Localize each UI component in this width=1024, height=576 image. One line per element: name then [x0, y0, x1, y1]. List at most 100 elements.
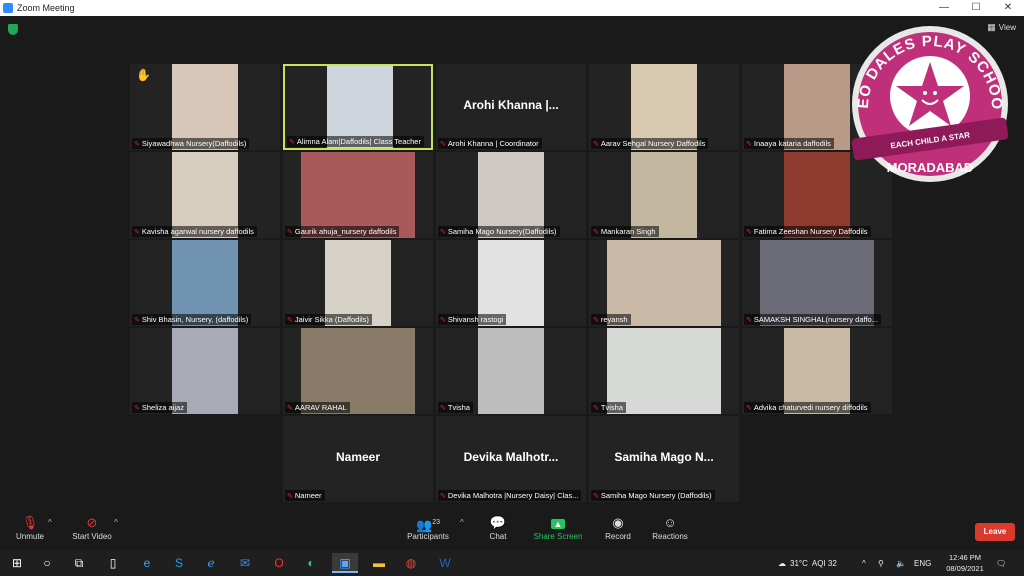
share-screen-label: Share Screen: [533, 532, 583, 541]
participant-tile[interactable]: ✎ Advika chaturvedi nursery diffodils: [742, 328, 892, 414]
participant-tile[interactable]: ✎ Gaurik ahuja_nursery daffodils: [283, 152, 433, 238]
file-icon[interactable]: ▯: [100, 553, 126, 573]
star-eye-left: [923, 91, 927, 95]
participant-name: Shivansh rastogi: [447, 315, 504, 324]
start-video-button[interactable]: ⊘ Start Video: [62, 514, 122, 541]
participant-tile[interactable]: ✎ Alimna Alam|Daffodils| Class Teacher: [283, 64, 433, 150]
skype-icon[interactable]: S: [166, 553, 192, 573]
participant-tile[interactable]: ✎ Mankaran Singh: [589, 152, 739, 238]
edge-icon[interactable]: e: [134, 553, 160, 573]
zoom-icon[interactable]: ▣: [332, 553, 358, 573]
raised-hand-icon: ✋: [136, 68, 151, 82]
reactions-button[interactable]: ☺ Reactions: [640, 514, 700, 541]
participant-tile[interactable]: ✋ ✎ Siyawadhwa Nursery(Daffodils): [130, 64, 280, 150]
maximize-button[interactable]: ☐: [960, 0, 992, 16]
audio-options-caret-icon[interactable]: ^: [48, 518, 52, 527]
chat-label: Chat: [489, 532, 507, 541]
mic-muted-icon: ✎: [287, 228, 293, 236]
participant-tile[interactable]: Nameer ✎ Nameer: [283, 416, 433, 502]
participant-tile[interactable]: ✎ Sheliza aijaz: [130, 328, 280, 414]
windows-icon[interactable]: ⊞: [4, 553, 30, 573]
mic-muted-icon: ✎: [440, 140, 446, 148]
mic-muted-icon: ✎: [287, 404, 293, 412]
opera-icon[interactable]: O: [266, 553, 292, 573]
chrome-icon[interactable]: ◍: [398, 553, 424, 573]
minimize-button[interactable]: —: [928, 0, 960, 16]
windows-taskbar: ⊞ ○ ⧉ ▯ e S ℯ ✉ O ◐ ▣ ▬ ◍ W ☁ 31°C AQI 3…: [0, 550, 1024, 576]
mic-muted-icon: ✎: [746, 316, 752, 324]
system-clock[interactable]: 12:46 PM 08/09/2021: [940, 552, 990, 574]
participant-tile[interactable]: ✎ Samiha Mago Nursery(Daffodils): [436, 152, 586, 238]
participant-tile[interactable]: ✎ Jaivir Sikka (Daffodils): [283, 240, 433, 326]
tray-chevron-icon[interactable]: ^: [862, 550, 866, 576]
record-button[interactable]: ◉ Record: [588, 514, 648, 541]
participant-label: ✎ Tvisha: [438, 402, 473, 413]
weather-cloud-icon: ☁: [778, 558, 786, 568]
participant-tile[interactable]: ✎ Tvisha: [436, 328, 586, 414]
language-icon[interactable]: ENG: [914, 550, 931, 576]
participants-label: Participants: [407, 532, 449, 541]
security-shield-icon[interactable]: [8, 24, 18, 35]
participant-tile[interactable]: Samiha Mago N... ✎ Samiha Mago Nursery (Da…: [589, 416, 739, 502]
clock-time: 12:46 PM: [948, 553, 982, 562]
participant-name-display: Samiha Mago N...: [614, 450, 714, 464]
participant-tile[interactable]: ✎ SAMAKSH SINGHAL(nursery daffo...: [742, 240, 892, 326]
ie-icon[interactable]: ℯ: [198, 553, 224, 573]
mic-muted-icon: ✎: [593, 404, 599, 412]
participant-name: Sheliza aijaz: [141, 403, 184, 412]
mic-muted-icon: ✎: [593, 316, 599, 324]
mic-muted-icon: ✎: [287, 316, 293, 324]
mic-muted-icon: ✎: [593, 228, 599, 236]
participant-label: ✎ Nameer: [285, 490, 325, 501]
explorer-icon[interactable]: ▬: [366, 553, 392, 573]
participant-tile[interactable]: ✎ reyansh: [589, 240, 739, 326]
participant-label: ✎ Devika Malhotra |Nursery Daisy| Clas...: [438, 490, 582, 501]
leave-button[interactable]: Leave: [975, 523, 1015, 541]
participant-name: Devika Malhotra |Nursery Daisy| Clas...: [447, 491, 579, 500]
participant-label: ✎ Jaivir Sikka (Daffodils): [285, 314, 372, 325]
participants-button[interactable]: 👥23 Participants: [398, 514, 458, 541]
participant-video: [478, 328, 544, 414]
participant-label: ✎ SAMAKSH SINGHAL(nursery daffo...: [744, 314, 881, 325]
participants-caret-icon[interactable]: ^: [460, 518, 464, 527]
participant-label: ✎ Advika chaturvedi nursery diffodils: [744, 402, 871, 413]
network-icon[interactable]: ⚲: [878, 550, 884, 576]
participant-tile[interactable]: ✎ AARAV RAHAL: [283, 328, 433, 414]
participant-tile[interactable]: ✎ Aarav Sehgal Nursery Daffodils: [589, 64, 739, 150]
search-icon[interactable]: ○: [34, 553, 60, 573]
close-button[interactable]: ✕: [992, 0, 1024, 16]
mail-icon[interactable]: ✉: [232, 553, 258, 573]
weather-widget[interactable]: ☁ 31°C AQI 32: [778, 550, 837, 576]
participant-name: Alimna Alam|Daffodils| Class Teacher: [296, 137, 421, 146]
notification-icon[interactable]: 🗨: [996, 550, 1006, 576]
edge-new-icon[interactable]: ◐: [298, 553, 324, 573]
participant-tile[interactable]: Arohi Khanna |... ✎ Arohi Khanna | Coordin…: [436, 64, 586, 150]
participant-name: Samiha Mago Nursery (Daffodils): [600, 491, 712, 500]
word-icon[interactable]: W: [432, 553, 458, 573]
participant-tile[interactable]: Devika Malhotr... ✎ Devika Malhotra |Nurse…: [436, 416, 586, 502]
participant-tile[interactable]: ✎ Shivansh rastogi: [436, 240, 586, 326]
clock-date: 08/09/2021: [946, 564, 984, 573]
share-screen-button[interactable]: ▲ Share Screen: [528, 514, 588, 541]
task-view-icon[interactable]: ⧉: [66, 553, 92, 573]
aqi-value: AQI 32: [811, 558, 837, 568]
mic-muted-icon: ✎: [440, 404, 446, 412]
mic-muted-icon: ✎: [440, 492, 446, 500]
speaker-icon[interactable]: 🔈: [896, 550, 906, 576]
participant-name: Tvisha: [600, 403, 623, 412]
mic-muted-icon: ✎: [593, 492, 599, 500]
record-label: Record: [605, 532, 631, 541]
participant-tile[interactable]: ✎ Shiv Bhasin, Nursery, (daffodils): [130, 240, 280, 326]
participant-name: Nameer: [294, 491, 322, 500]
participant-tile[interactable]: ✎ Kavisha agarwal nursery daffodils: [130, 152, 280, 238]
participant-label: ✎ Alimna Alam|Daffodils| Class Teacher: [287, 136, 424, 147]
video-options-caret-icon[interactable]: ^: [114, 518, 118, 527]
participant-tile[interactable]: ✎ Tvisha: [589, 328, 739, 414]
participant-name: SAMAKSH SINGHAL(nursery daffo...: [753, 315, 878, 324]
participant-label: ✎ Gaurik ahuja_nursery daffodils: [285, 226, 400, 237]
mic-muted-icon: ✎: [134, 404, 140, 412]
participant-name: Aarav Sehgal Nursery Daffodils: [600, 139, 706, 148]
chat-button[interactable]: 💬 Chat: [468, 514, 528, 541]
participant-name: AARAV RAHAL: [294, 403, 347, 412]
mic-muted-icon: ✎: [440, 316, 446, 324]
